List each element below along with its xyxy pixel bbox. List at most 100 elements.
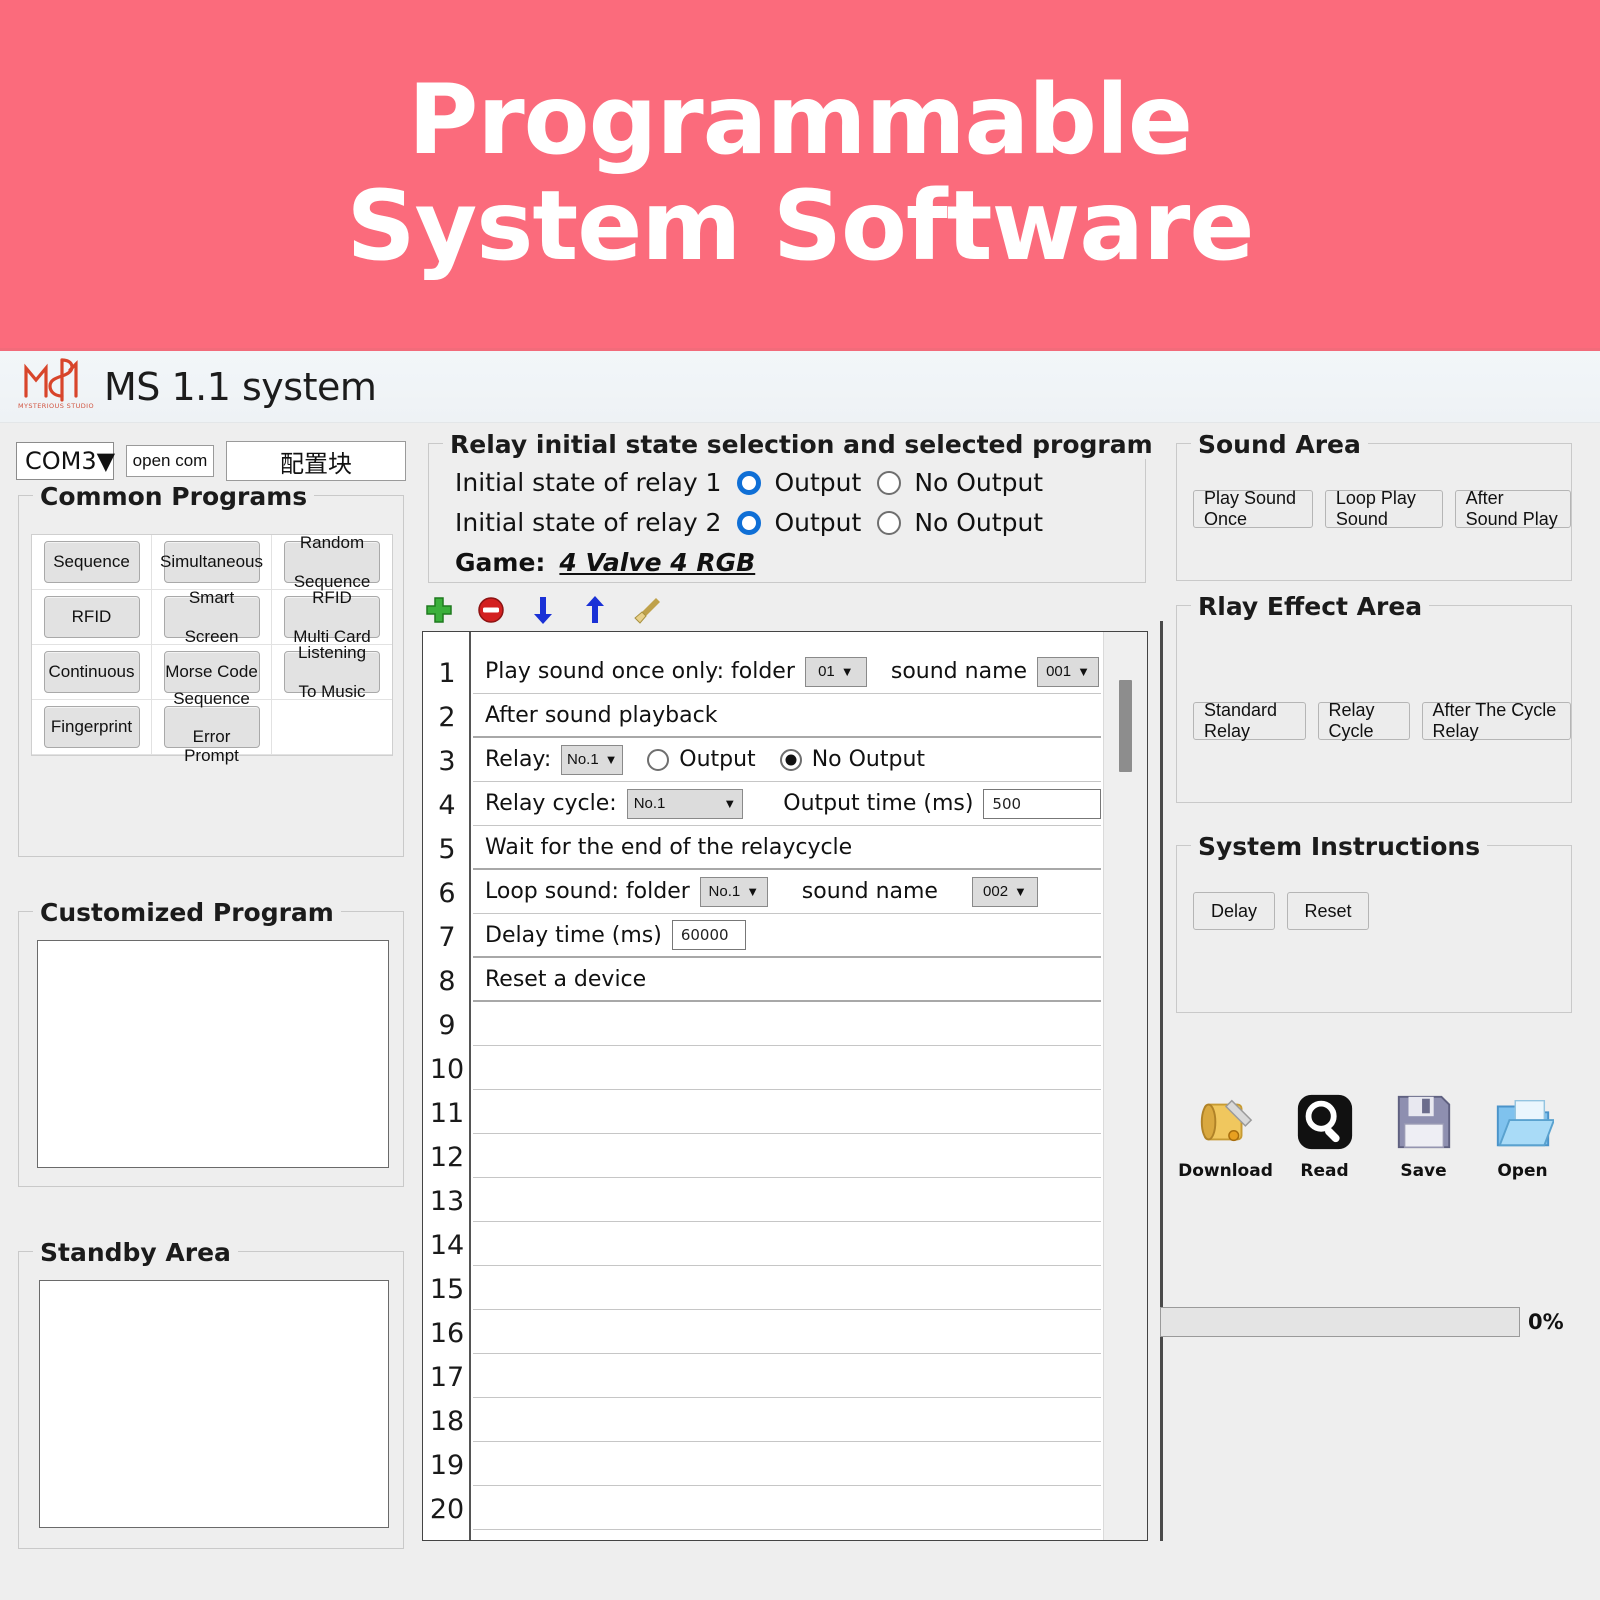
common-programs-group: Common Programs Sequence Simultaneous Rand… xyxy=(18,482,404,857)
program-list-row[interactable] xyxy=(473,1002,1101,1046)
program-list-row[interactable]: Wait for the end of the relaycycle xyxy=(473,826,1101,870)
program-list-row[interactable] xyxy=(473,1354,1101,1398)
loop-sound-name-select[interactable]: 002 ▼ xyxy=(971,876,1038,907)
application-window: MYSTERIOUS STUDIO MS 1.1 system COM3 ▼ o… xyxy=(0,348,1600,1600)
panel-divider xyxy=(1160,621,1163,1541)
add-icon[interactable] xyxy=(424,595,454,625)
customized-program-legend: Customized Program xyxy=(33,898,341,927)
program-list-row[interactable]: Relay cycle: No.1 ▼ Output time (ms) 500 xyxy=(473,782,1101,826)
common-program-button-sequence-error-prompt[interactable]: Sequence Error Prompt xyxy=(163,689,260,765)
relay2-no-output-option[interactable]: No Output xyxy=(877,508,1043,537)
progress-percent-label: 0% xyxy=(1528,1310,1564,1334)
loop-folder-select-value: No.1 xyxy=(708,883,741,900)
common-program-button-sequence[interactable]: Sequence xyxy=(43,541,140,583)
logo-caption: MYSTERIOUS STUDIO xyxy=(18,401,94,410)
common-program-button-morse-code[interactable]: Morse Code xyxy=(163,651,260,693)
file-action-read[interactable]: Read xyxy=(1280,1091,1370,1181)
common-program-cell: Sequence xyxy=(32,535,152,590)
relay-number-select[interactable]: No.1 ▼ xyxy=(561,744,624,775)
relay1-no-output-radio[interactable] xyxy=(877,470,902,495)
config-block-button[interactable]: 配置块 xyxy=(226,441,406,481)
common-program-button-simultaneous[interactable]: Simultaneous xyxy=(160,541,263,583)
system-instruction-button-reset[interactable]: Reset xyxy=(1287,892,1369,930)
program-list-row[interactable]: Loop sound: folder No.1 ▼ sound name 002 ▼ xyxy=(473,870,1101,914)
program-list-row-number: 15 xyxy=(429,1274,465,1305)
relay-effect-button-standard-relay[interactable]: Standard Relay xyxy=(1193,700,1306,741)
open-com-button[interactable]: open com xyxy=(126,445,214,477)
file-action-open[interactable]: Open xyxy=(1478,1091,1568,1181)
relay-no-output-radio-option[interactable]: No Output xyxy=(779,747,925,772)
move-up-icon[interactable] xyxy=(580,595,610,625)
relay-effect-button-after-the-cycle-relay[interactable]: After The Cycle Relay xyxy=(1421,700,1571,741)
program-list-row[interactable]: Reset a device xyxy=(473,958,1101,1002)
relay-output-radio[interactable] xyxy=(647,748,670,771)
program-list-row[interactable] xyxy=(473,1046,1101,1090)
output-time-input[interactable]: 500 xyxy=(983,788,1101,819)
program-list-row-number: 17 xyxy=(429,1362,465,1393)
common-program-button-listening-to-music[interactable]: Listening To Music xyxy=(284,643,380,701)
program-list-row[interactable] xyxy=(473,1134,1101,1178)
common-programs-grid: Sequence Simultaneous Random Sequence RFID Sm… xyxy=(31,533,393,765)
program-list-row-number: 8 xyxy=(438,966,456,997)
file-action-label: Read xyxy=(1300,1161,1349,1181)
program-list-scrollbar[interactable] xyxy=(1103,632,1147,1540)
scrollbar-thumb[interactable] xyxy=(1119,680,1132,772)
common-program-button-random-sequence[interactable]: Random Sequence xyxy=(284,533,380,591)
program-list-row-number: 10 xyxy=(429,1054,465,1085)
customized-program-area[interactable] xyxy=(37,940,389,1168)
relay-cycle-label: Relay cycle: xyxy=(485,791,617,816)
program-list-row-number: 2 xyxy=(438,702,456,733)
remove-icon[interactable] xyxy=(476,595,506,625)
common-program-button-fingerprint[interactable]: Fingerprint xyxy=(43,706,140,748)
relay1-no-output-option[interactable]: No Output xyxy=(877,468,1043,497)
delay-time-input[interactable]: 60000 xyxy=(671,920,746,950)
common-programs-legend: Common Programs xyxy=(33,482,315,511)
program-list-row-number: 3 xyxy=(438,746,456,777)
program-list-row-number: 20 xyxy=(429,1494,465,1525)
common-program-button-continuous[interactable]: Continuous xyxy=(43,651,140,693)
program-list-row-number: 9 xyxy=(438,1010,456,1041)
clear-broom-icon[interactable] xyxy=(632,595,662,625)
common-program-button-rfid-multi-card[interactable]: RFID Multi Card xyxy=(284,588,380,646)
program-list-row[interactable] xyxy=(473,1486,1101,1530)
program-list-row[interactable] xyxy=(473,1310,1101,1354)
program-list-row[interactable]: Relay: No.1 ▼ Output No Output xyxy=(473,738,1101,782)
sound-name-select[interactable]: 001 ▼ xyxy=(1037,656,1100,687)
program-list-row[interactable] xyxy=(473,1222,1101,1266)
program-list-row[interactable]: Play sound once only: folder 01 ▼ sound nam… xyxy=(473,650,1101,694)
program-list-row[interactable]: After sound playback xyxy=(473,694,1101,738)
sound-area-button-after-sound-play[interactable]: After Sound Play xyxy=(1454,488,1571,529)
loop-sound-name-label: sound name xyxy=(801,879,938,904)
program-list-row[interactable] xyxy=(473,1442,1101,1486)
loop-folder-select[interactable]: No.1 ▼ xyxy=(699,876,768,907)
sound-area-button-play-sound-once[interactable]: Play Sound Once xyxy=(1193,488,1313,529)
relay-cycle-select[interactable]: No.1 ▼ xyxy=(626,788,744,819)
relay1-output-option[interactable]: Output xyxy=(737,468,861,497)
common-program-button-rfid[interactable]: RFID xyxy=(43,596,140,638)
page-title: MS 1.1 system xyxy=(104,364,377,409)
relay2-no-output-radio[interactable] xyxy=(877,510,902,535)
system-instruction-button-delay[interactable]: Delay xyxy=(1193,892,1275,930)
file-action-download[interactable]: Download xyxy=(1178,1091,1273,1181)
program-list-row[interactable] xyxy=(473,1178,1101,1222)
sound-name-select-value: 001 xyxy=(1046,663,1072,680)
relay2-output-option[interactable]: Output xyxy=(737,508,861,537)
game-value[interactable]: 4 Valve 4 RGB xyxy=(559,548,755,577)
program-list-row[interactable]: Delay time (ms) 60000 xyxy=(473,914,1101,958)
relay-no-output-radio[interactable] xyxy=(779,748,802,771)
file-action-save[interactable]: Save xyxy=(1379,1091,1469,1181)
program-list-row[interactable] xyxy=(473,1090,1101,1134)
program-list-row[interactable] xyxy=(473,1398,1101,1442)
relay2-output-radio[interactable] xyxy=(737,510,762,535)
folder-select[interactable]: 01 ▼ xyxy=(804,656,867,687)
move-down-icon[interactable] xyxy=(528,595,558,625)
relay1-output-radio[interactable] xyxy=(737,470,762,495)
common-program-button-smart-screen[interactable]: Smart Screen xyxy=(163,588,260,646)
com-port-select[interactable]: COM3 ▼ xyxy=(16,442,115,480)
program-list-row[interactable] xyxy=(473,1266,1101,1310)
relay-label: Relay: xyxy=(485,747,552,772)
standby-area-canvas[interactable] xyxy=(39,1280,389,1528)
relay-output-radio-option[interactable]: Output xyxy=(647,747,756,772)
sound-area-button-loop-play-sound[interactable]: Loop Play Sound xyxy=(1324,488,1443,529)
relay-effect-button-relay-cycle[interactable]: Relay Cycle xyxy=(1317,700,1410,741)
